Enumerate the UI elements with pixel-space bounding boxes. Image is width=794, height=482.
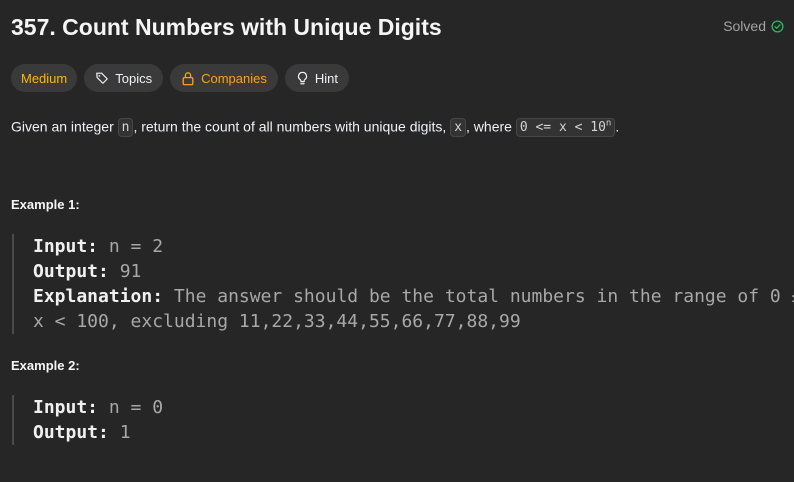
example-1-title: Example 1: <box>11 197 80 212</box>
example-1-explanation: Explanation: The answer should be the to… <box>33 284 794 309</box>
example-1-explanation-cont: x < 100, excluding 11,22,33,44,55,66,77,… <box>33 309 794 334</box>
code-x: x <box>450 118 467 138</box>
desc-text-3: , where <box>466 118 516 135</box>
lock-icon <box>181 71 195 86</box>
companies-button[interactable]: Companies <box>170 64 278 92</box>
problem-title: 357. Count Numbers with Unique Digits <box>11 14 442 40</box>
companies-label: Companies <box>201 70 267 86</box>
example-2-output: Output: 1 <box>33 420 163 445</box>
difficulty-label: Medium <box>21 70 68 86</box>
output-value: 91 <box>119 261 142 282</box>
output-label: Output: <box>33 261 109 282</box>
explanation-line-2: x < 100, excluding 11,22,33,44,55,66,77,… <box>33 311 521 332</box>
input-value: n = 0 <box>108 397 164 418</box>
desc-text-1: Given an integer <box>11 118 118 135</box>
difficulty-badge[interactable]: Medium <box>11 64 78 92</box>
constraint-exponent: n <box>605 119 612 129</box>
example-2-title: Example 2: <box>11 358 80 373</box>
input-label: Input: <box>33 236 99 257</box>
lightbulb-icon <box>296 71 309 86</box>
output-label: Output: <box>33 422 109 443</box>
example-1-output: Output: 91 <box>33 259 794 284</box>
explanation-label: Explanation: <box>33 286 164 307</box>
explanation-line-1: The answer should be the total numbers i… <box>173 286 794 307</box>
topics-button[interactable]: Topics <box>84 64 164 92</box>
input-value: n = 2 <box>108 236 164 257</box>
tag-icon <box>95 71 109 85</box>
desc-text-4: . <box>615 118 620 135</box>
check-circle-icon <box>771 19 784 33</box>
example-1-block: Input: n = 2 Output: 91 Explanation: The… <box>12 234 794 334</box>
constraint-expr: 0 <= x < 10 <box>519 120 606 136</box>
desc-text-2: , return the count of all numbers with u… <box>133 118 451 135</box>
tag-row: Medium Topics Companies Hint <box>11 64 349 92</box>
example-1-input: Input: n = 2 <box>33 234 794 259</box>
hint-label: Hint <box>314 70 338 86</box>
problem-header: 357. Count Numbers with Unique Digits So… <box>11 10 784 44</box>
problem-description: Given an integer n, return the count of … <box>11 112 619 140</box>
topics-label: Topics <box>115 70 153 86</box>
output-value: 1 <box>119 422 131 443</box>
solved-label: Solved <box>723 18 766 34</box>
example-2-input: Input: n = 0 <box>33 395 163 420</box>
constraint-code: 0 <= x < 10n <box>515 118 616 138</box>
code-n: n <box>117 118 134 138</box>
example-2-block: Input: n = 0 Output: 1 <box>12 395 163 445</box>
input-label: Input: <box>33 397 99 418</box>
hint-button[interactable]: Hint <box>284 64 349 92</box>
solved-status: Solved <box>723 18 784 34</box>
